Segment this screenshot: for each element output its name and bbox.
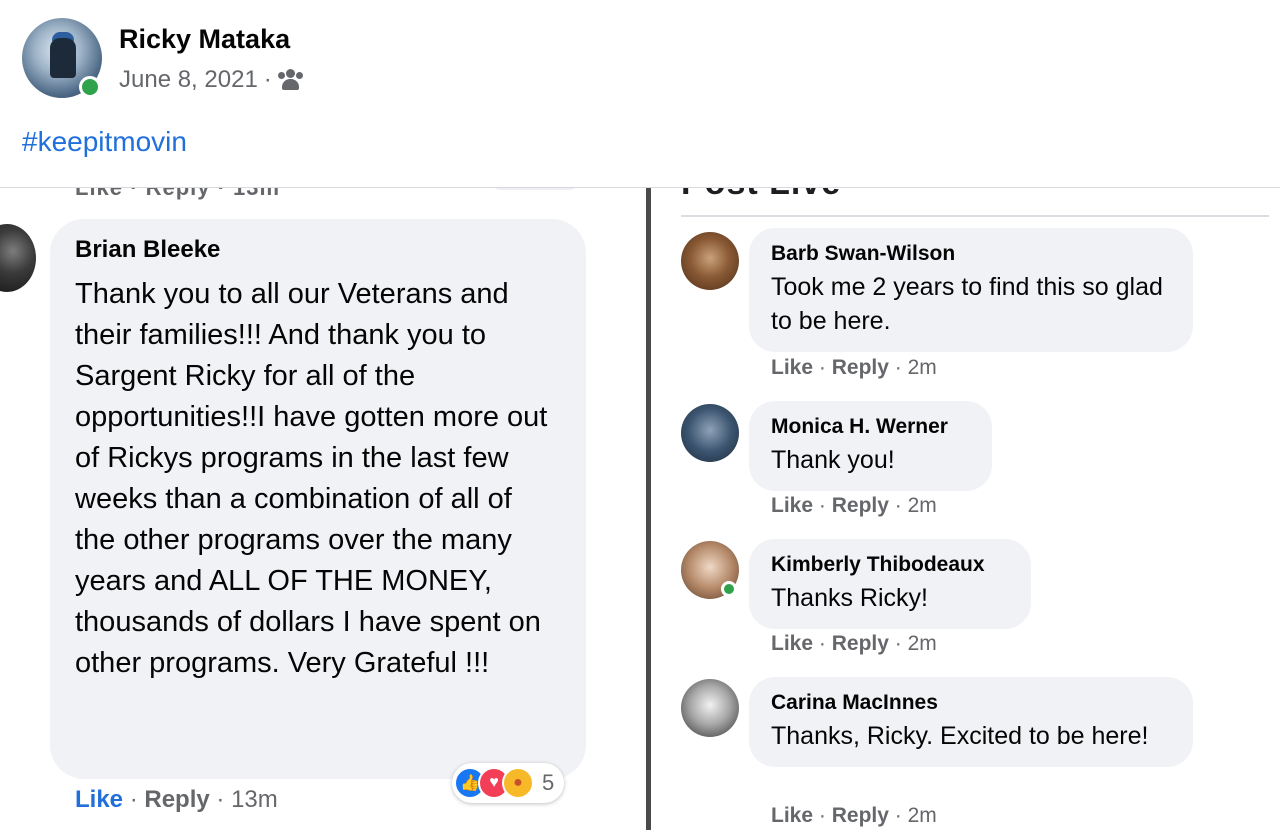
reply-action: Reply	[144, 786, 210, 813]
avatar-figure	[50, 38, 76, 78]
action-separator: ·	[818, 632, 826, 655]
post-date[interactable]: June 8, 2021	[119, 66, 258, 94]
comment-time: 2m	[907, 494, 937, 517]
comment-bubble: Monica H. Werner Thank you!	[749, 401, 992, 491]
author-name[interactable]: Ricky Mataka	[119, 24, 290, 55]
online-status-dot	[79, 76, 101, 98]
hashtag-link[interactable]: #keepitmovin	[22, 126, 187, 158]
shared-image-collage[interactable]: Like · Reply · 13m Brian Bleeke Thank yo…	[0, 187, 1280, 830]
comment-actions: Like · Reply · 2m	[771, 804, 937, 828]
comment-text: Thank you to all our Veterans and their …	[75, 278, 548, 679]
reply-action: Reply	[831, 494, 889, 517]
post-header: Ricky Mataka June 8, 2021 · #keepitmovin	[0, 0, 1280, 188]
action-separator: ·	[129, 786, 138, 813]
cut-off-bubble	[490, 188, 580, 190]
commenter-name: Kimberly Thibodeaux	[771, 553, 985, 576]
comment-bubble: Carina MacInnes Thanks, Ricky. Excited t…	[749, 677, 1193, 767]
comment-time: 2m	[907, 356, 937, 379]
reaction-summary: 👍 ♥ ● 5	[452, 763, 565, 803]
comment-time: 2m	[907, 632, 937, 655]
comment-actions: Like · Reply · 2m	[771, 356, 937, 380]
post-meta: June 8, 2021 ·	[119, 66, 304, 94]
action-separator: ·	[894, 356, 902, 379]
like-action: Like	[75, 786, 124, 813]
comment-text: Took me 2 years to find this so glad to …	[771, 273, 1163, 335]
care-icon: ●	[502, 767, 534, 799]
commenter-name: Barb Swan-Wilson	[771, 242, 956, 265]
action-separator: ·	[818, 804, 826, 827]
reply-action: Reply	[831, 804, 889, 827]
comment-bubble: Kimberly Thibodeaux Thanks Ricky!	[749, 539, 1031, 629]
like-action: Like	[771, 804, 814, 827]
action-separator: ·	[894, 494, 902, 517]
cut-off-actions: Like · Reply · 13m	[75, 188, 280, 201]
comment-bubble: Barb Swan-Wilson Took me 2 years to find…	[749, 228, 1193, 352]
like-action: Like	[771, 632, 814, 655]
commenter-avatar	[681, 232, 739, 290]
action-separator: ·	[894, 632, 902, 655]
comment-time: 13m	[231, 786, 278, 813]
meta-separator: ·	[263, 66, 272, 93]
comment-text: Thank you!	[771, 446, 895, 474]
friends-icon[interactable]	[277, 69, 304, 91]
cut-off-heading: Post Live	[681, 188, 841, 203]
comment-actions: Like · Reply · 2m	[771, 494, 937, 518]
commenter-name: Carina MacInnes	[771, 691, 938, 714]
comment-text: Thanks, Ricky. Excited to be here!	[771, 722, 1149, 750]
comment-text: Thanks Ricky!	[771, 584, 928, 612]
commenter-name: Monica H. Werner	[771, 415, 948, 438]
reply-action: Reply	[831, 356, 889, 379]
commenter-avatar	[0, 224, 36, 292]
comment-actions: Like · Reply · 13m	[75, 786, 278, 814]
reaction-count: 5	[542, 770, 555, 795]
commenter-avatar	[681, 404, 739, 462]
commenter-avatar	[681, 679, 739, 737]
like-action: Like	[771, 494, 814, 517]
action-separator: ·	[894, 804, 902, 827]
action-separator: ·	[818, 356, 826, 379]
action-separator: ·	[818, 494, 826, 517]
reply-action: Reply	[831, 632, 889, 655]
action-separator: ·	[216, 786, 225, 813]
like-action: Like	[771, 356, 814, 379]
right-screenshot: Post Live Barb Swan-Wilson Took me 2 yea…	[651, 188, 1280, 830]
online-status-dot	[721, 581, 737, 597]
comment-time: 2m	[907, 804, 937, 827]
comment-actions: Like · Reply · 2m	[771, 632, 937, 656]
left-screenshot: Like · Reply · 13m Brian Bleeke Thank yo…	[0, 188, 646, 830]
commenter-name: Brian Bleeke	[75, 236, 221, 263]
heading-divider	[681, 215, 1269, 217]
